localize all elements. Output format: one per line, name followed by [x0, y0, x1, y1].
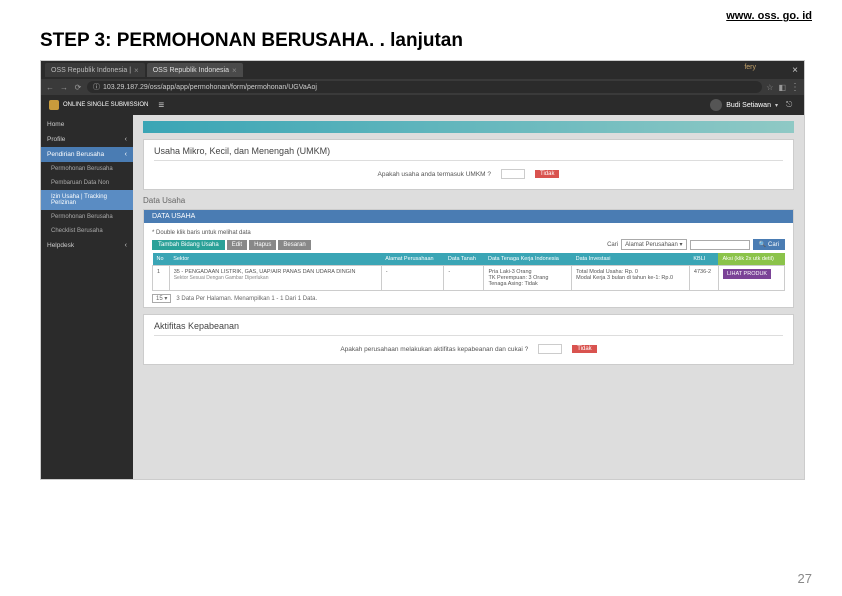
pager: 15 ▾ 3 Data Per Halaman. Menampilkan 1 -…	[152, 294, 785, 303]
chevron-left-icon: ‹	[125, 151, 127, 158]
card-title: Aktifitas Kepabeanan	[154, 321, 783, 331]
logo-badge-icon	[49, 100, 59, 110]
sidebar-item-checklist[interactable]: Checklist Berusaha	[41, 224, 133, 238]
cell-alamat: -	[381, 266, 444, 291]
tab-bar: OSS Republik Indonesia | × OSS Republik …	[41, 61, 804, 79]
app-logo: ONLINE SINGLE SUBMISSION ≡	[49, 100, 164, 111]
data-usaha-card: DATA USAHA * Double klik baris untuk mel…	[143, 209, 794, 308]
chevron-left-icon: ‹	[125, 242, 127, 249]
avatar-icon	[710, 99, 722, 111]
info-icon: ⓘ	[93, 82, 100, 92]
chevron-down-icon: ▾	[775, 102, 778, 109]
note-text: * Double klik baris untuk melihat data	[152, 230, 785, 236]
forward-icon[interactable]: →	[59, 82, 69, 92]
lihat-produk-button[interactable]: LIHAT PRODUK	[723, 269, 771, 279]
col-investasi: Data Investasi	[572, 253, 690, 266]
search-select[interactable]: Alamat Perusahaan ▾	[621, 239, 686, 250]
umkm-question: Apakah usaha anda termasuk UMKM ?	[378, 171, 491, 178]
logout-icon[interactable]: ⎋	[786, 100, 796, 110]
table-row[interactable]: 1 35 - PENGADAAN LISTRIK, GAS, UAP/AIR P…	[153, 266, 785, 291]
sidebar-item-pembaruan[interactable]: Pembaruan Data Non	[41, 176, 133, 190]
col-alamat: Alamat Perusahaan	[381, 253, 444, 266]
cell-no: 1	[153, 266, 170, 291]
browser-tab[interactable]: OSS Republik Indonesia | ×	[45, 63, 145, 77]
cell-sektor: 35 - PENGADAAN LISTRIK, GAS, UAP/AIR PAN…	[169, 266, 381, 291]
besaran-button[interactable]: Besaran	[278, 240, 310, 250]
app-header: ONLINE SINGLE SUBMISSION ≡ Budi Setiawan…	[41, 95, 804, 115]
tab-label: OSS Republik Indonesia |	[51, 67, 131, 74]
pager-info: 3 Data Per Halaman. Menampilkan 1 - 1 Da…	[176, 296, 317, 302]
user-name: Budi Setiawan	[726, 102, 771, 109]
col-sektor: Sektor	[169, 253, 381, 266]
delete-button[interactable]: Hapus	[249, 240, 276, 250]
search-input[interactable]	[690, 240, 750, 250]
card-title: Usaha Mikro, Kecil, dan Menengah (UMKM)	[154, 146, 783, 156]
back-icon[interactable]: ←	[45, 82, 55, 92]
address-bar: ← → ⟳ ⓘ 103.29.187.29/oss/app/app/permoh…	[41, 79, 804, 95]
col-tenaga: Data Tenaga Kerja Indonesia	[484, 253, 572, 266]
cell-tenaga: Pria Laki-3 Orang TK Perempuan: 3 Orang …	[484, 266, 572, 291]
address-input[interactable]: ⓘ 103.29.187.29/oss/app/app/permohonan/f…	[87, 81, 762, 93]
step-title: STEP 3: PERMOHONAN BERUSAHA. . lanjutan	[40, 30, 463, 52]
kepabeanan-question: Apakah perusahaan melakukan aktifitas ke…	[340, 346, 528, 353]
cell-aksi: LIHAT PRODUK	[718, 266, 784, 291]
umkm-card: Usaha Mikro, Kecil, dan Menengah (UMKM) …	[143, 139, 794, 190]
sidebar-item-permohonan2[interactable]: Permohonan Berusaha	[41, 210, 133, 224]
sidebar-item-home[interactable]: Home	[41, 117, 133, 132]
reload-icon[interactable]: ⟳	[73, 82, 83, 92]
cell-tanah: -	[444, 266, 484, 291]
kepabeanan-card: Aktifitas Kepabeanan Apakah perusahaan m…	[143, 314, 794, 365]
address-text: 103.29.187.29/oss/app/app/permohonan/for…	[103, 84, 317, 91]
col-aksi: Aksi (klik 2x utk detil)	[718, 253, 784, 266]
page-number: 27	[798, 571, 812, 586]
umkm-answer-badge: Tidak	[535, 170, 559, 178]
cell-investasi: Total Modal Usaha: Rp. 0 Modal Kerja 3 b…	[572, 266, 690, 291]
edit-button[interactable]: Edit	[227, 240, 247, 250]
data-usaha-table: No Sektor Alamat Perusahaan Data Tanah D…	[152, 253, 785, 291]
app-name: ONLINE SINGLE SUBMISSION	[63, 102, 148, 108]
search-label: Cari	[607, 242, 618, 248]
star-icon[interactable]: ☆	[766, 83, 773, 92]
page-size-select[interactable]: 15 ▾	[152, 294, 171, 303]
main-content: Usaha Mikro, Kecil, dan Menengah (UMKM) …	[133, 115, 804, 479]
tab-label: OSS Republik Indonesia	[153, 67, 229, 74]
data-usaha-bar: DATA USAHA	[144, 210, 793, 223]
header-url-link[interactable]: www. oss. go. id	[726, 10, 812, 22]
search-button[interactable]: 🔍Cari	[753, 239, 786, 250]
close-icon[interactable]: ×	[134, 66, 139, 75]
close-icon[interactable]: ×	[232, 66, 237, 75]
add-button[interactable]: Tambah Bidang Usaha	[152, 240, 225, 250]
sidebar-item-helpdesk[interactable]: Helpdesk‹	[41, 238, 133, 253]
kepabeanan-toggle[interactable]	[538, 344, 562, 354]
search-icon: 🔍	[759, 241, 766, 248]
sidebar: Home Profile‹ Pendirian Berusaha‹ Permoh…	[41, 115, 133, 479]
menu-icon[interactable]: ⋮	[790, 82, 800, 93]
cell-kbli: 4736-2	[689, 266, 718, 291]
kepabeanan-answer-badge: Tidak	[572, 345, 596, 353]
user-menu[interactable]: Budi Setiawan ▾ ⎋	[710, 99, 796, 111]
progress-banner	[143, 121, 794, 133]
browser-tab[interactable]: OSS Republik Indonesia ×	[147, 63, 243, 77]
profile-label: fery	[744, 64, 756, 71]
extension-icon[interactable]: ◧	[778, 83, 786, 92]
browser-window: OSS Republik Indonesia | × OSS Republik …	[40, 60, 805, 480]
col-tanah: Data Tanah	[444, 253, 484, 266]
hamburger-icon[interactable]: ≡	[158, 100, 164, 111]
sidebar-item-profile[interactable]: Profile‹	[41, 132, 133, 147]
col-no: No	[153, 253, 170, 266]
chevron-left-icon: ‹	[125, 136, 127, 143]
section-label: Data Usaha	[143, 196, 794, 205]
sidebar-item-permohonan[interactable]: Permohonan Berusaha	[41, 162, 133, 176]
sidebar-item-izin-usaha[interactable]: Izin Usaha | Tracking Perizinan	[41, 190, 133, 210]
sidebar-item-pendirian[interactable]: Pendirian Berusaha‹	[41, 147, 133, 162]
umkm-toggle[interactable]	[501, 169, 525, 179]
col-kbli: KBLI	[689, 253, 718, 266]
window-close-icon[interactable]: ×	[792, 65, 798, 76]
